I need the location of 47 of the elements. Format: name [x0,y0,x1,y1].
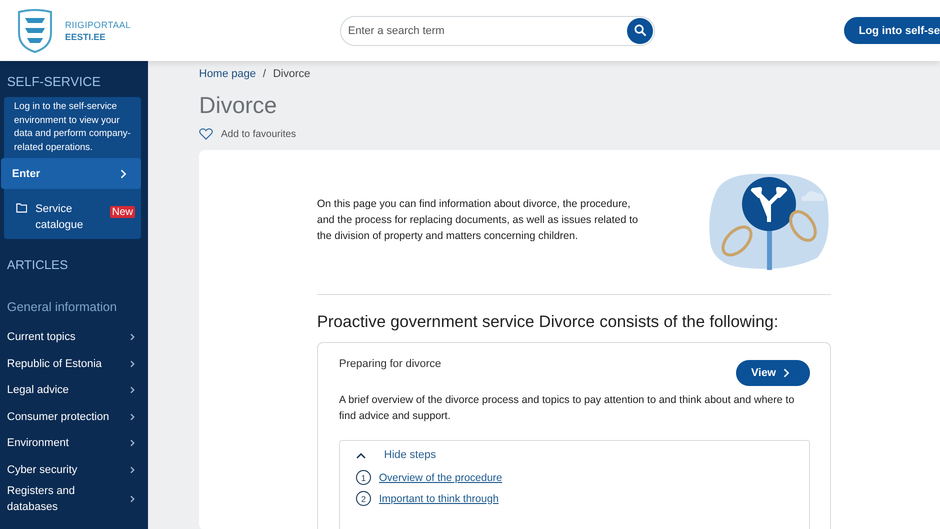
service-catalogue-link[interactable]: Service catalogue [35,201,102,233]
nav-link[interactable]: Registers and databases [7,483,117,515]
nav-link[interactable]: Legal advice [7,382,117,398]
chevron-icon [130,360,135,368]
shield-logo-icon[interactable] [15,8,55,52]
breadcrumb-separator: / [262,68,266,80]
nav-link[interactable]: Consumer protection [7,408,117,425]
folder-icon [16,203,28,213]
section-heading: ARTICLES [6,258,69,272]
breadcrumb-current: Divorce [272,68,310,80]
section-heading: SELF-SERVICE [6,74,102,89]
new-badge: New [110,206,135,218]
nav-link[interactable]: Environment [7,435,117,452]
caret-icon[interactable] [356,452,366,458]
chevron-icon [130,412,135,421]
category-heading: General information [6,300,118,314]
add-to-favourites-link[interactable]: Add to favourites [221,128,296,140]
nav-link[interactable]: Current topics [7,329,117,346]
view-button[interactable]: View [736,360,810,386]
service-title: Preparing for divorce [339,358,442,370]
step-link[interactable]: Important to think through [379,492,499,504]
login-button[interactable]: Log into self-se [844,17,940,44]
chevron-icon [130,386,135,394]
heart-icon[interactable] [199,128,213,140]
service-description: A brief overview of the divorce process and topics to pay attention to and think about and where to find advice and support. [339,393,796,424]
portal-domain: EESTI.EE [65,32,107,42]
chevron-icon [783,368,790,378]
section-heading: Proactive government service Divorce consists of the following: [317,313,780,332]
chevron-icon [130,466,135,474]
breadcrumb-link[interactable]: Home page [199,68,256,80]
page-title: Divorce [199,92,278,119]
self-service-text: Log in to the self-service environment to view your data and perform company-related operations. [13,100,132,154]
step-number: 2 [356,491,371,506]
portal-name: RIIGIPORTAAL [65,20,131,30]
chevron-icon [130,333,135,342]
nav-link[interactable]: Republic of Estonia [7,356,117,372]
nav-link[interactable]: Cyber security [7,462,117,478]
hide-steps-toggle[interactable]: Hide steps [384,449,436,461]
intro-text: On this page you can find information about divorce, the procedure, and the process for replacing documents, as well as issues related to the division of property and matters concerning children. [317,197,640,244]
chevron-icon [130,495,135,503]
step-link[interactable]: Overview of the procedure [379,472,502,484]
chevron-icon [120,168,127,178]
search-field[interactable]: Enter a search term [340,16,655,46]
search-icon [634,24,646,37]
step-number: 1 [356,470,371,485]
enter-button[interactable]: Enter [1,158,141,189]
chevron-icon [130,439,135,448]
